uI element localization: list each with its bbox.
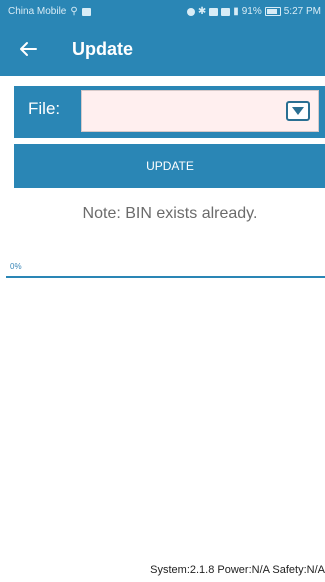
battery-icon: [264, 7, 281, 16]
hd-icon: [221, 7, 231, 16]
file-label: File:: [28, 99, 61, 118]
vibrate-icon: [209, 7, 219, 16]
bluetooth-icon: ✱: [197, 6, 207, 17]
clock: 5:27 PM: [283, 6, 321, 17]
usb-icon: ⚲: [70, 6, 78, 17]
file-dropdown[interactable]: [81, 90, 319, 132]
arrow-left-icon[interactable]: [16, 37, 40, 61]
page-title: Update: [72, 39, 134, 59]
signal-icon: ▮: [233, 6, 239, 17]
progress-bar: [6, 276, 325, 278]
app-bar: Update: [0, 24, 325, 76]
file-row: File:: [14, 86, 325, 138]
notification-icon: [81, 7, 91, 16]
carrier-name: China Mobile: [8, 6, 67, 17]
status-bar: China Mobile ⚲ ✱ ▮ 91% 5:27 PM: [0, 0, 325, 24]
battery-percent: 91%: [241, 6, 262, 17]
chevron-down-icon[interactable]: [286, 101, 310, 121]
system-info: System:2.1.8 Power:N/A Safety:N/A: [150, 564, 325, 576]
nfc-icon: [186, 7, 195, 16]
status-note: Note: BIN exists already.: [82, 205, 258, 222]
progress-label: 0%: [10, 262, 22, 271]
update-button[interactable]: UPDATE: [14, 144, 325, 188]
